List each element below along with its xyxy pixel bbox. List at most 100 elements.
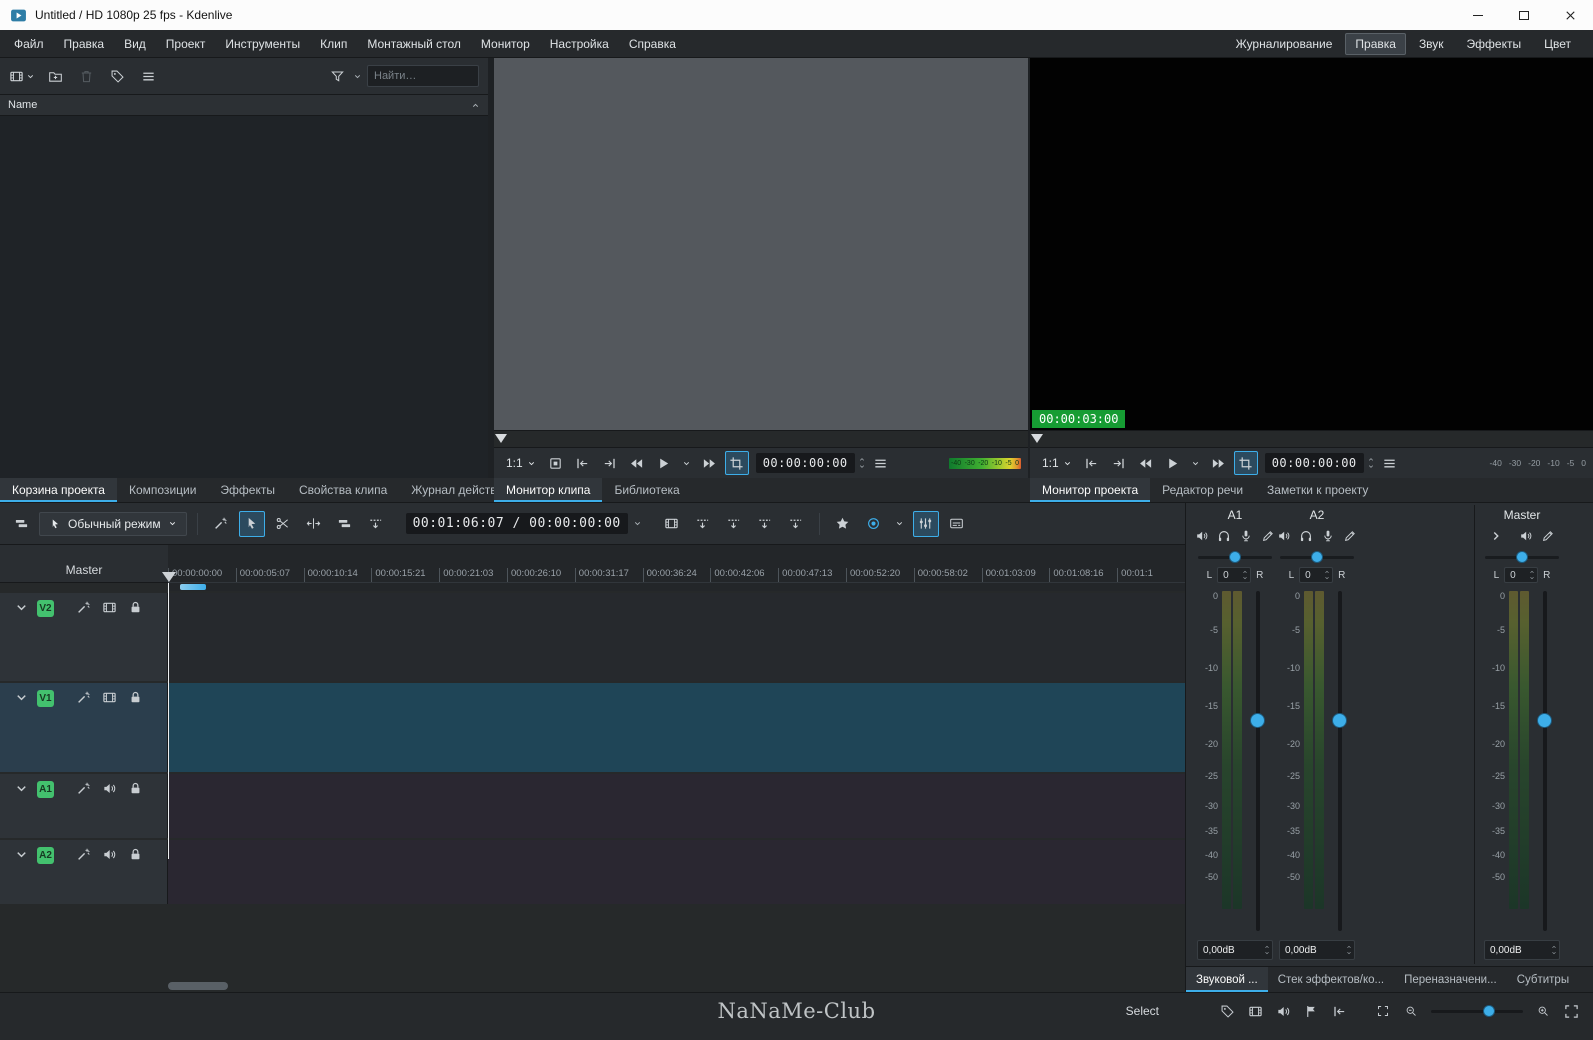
collapse-track-icon[interactable] xyxy=(14,600,29,615)
fader-handle[interactable] xyxy=(1537,713,1552,728)
project-monitor-seekbar[interactable] xyxy=(1030,430,1593,448)
volume-fader[interactable] xyxy=(1245,589,1271,935)
track-target-v1[interactable]: V1 xyxy=(37,690,54,707)
pan-handle[interactable] xyxy=(1516,551,1528,563)
gain-spinbox[interactable]: 0,00dB xyxy=(1484,940,1560,960)
filter-dropdown-icon[interactable] xyxy=(353,72,362,81)
menu-item[interactable]: Инструменты xyxy=(215,32,310,56)
track-effects-icon[interactable] xyxy=(76,690,91,705)
project-zoom-select[interactable]: 1:1 xyxy=(1037,454,1077,472)
tab[interactable]: Свойства клипа xyxy=(287,478,399,502)
use-zone-toggle[interactable] xyxy=(1329,1001,1349,1021)
pan-spinbox[interactable]: 0 xyxy=(1217,567,1251,583)
edit-mode-select[interactable]: Обычный режим xyxy=(39,512,187,536)
track-target-v2[interactable]: V2 xyxy=(37,600,54,617)
maximize-button[interactable] xyxy=(1501,0,1547,30)
timeline-zone[interactable] xyxy=(180,584,206,590)
playhead-marker[interactable] xyxy=(162,572,176,582)
pan-spin-arrows[interactable] xyxy=(1241,569,1250,581)
pan-slider[interactable] xyxy=(1198,550,1272,564)
workspace-button[interactable]: Цвет xyxy=(1534,33,1581,55)
zoom-handle[interactable] xyxy=(1483,1005,1495,1017)
collapse-track-icon[interactable] xyxy=(14,690,29,705)
zone-out-button[interactable] xyxy=(1107,451,1131,475)
project-timecode[interactable]: 00:00:00:00 xyxy=(1265,453,1364,473)
tab[interactable]: Субтитры xyxy=(1507,967,1579,992)
gain-spinbox[interactable]: 0,00dB xyxy=(1279,940,1355,960)
play-options-button[interactable] xyxy=(1188,451,1204,475)
menu-item[interactable]: Клип xyxy=(310,32,357,56)
minimize-button[interactable] xyxy=(1455,0,1501,30)
zone-toggle-button[interactable] xyxy=(544,451,568,475)
timeline-empty-area[interactable] xyxy=(0,904,1185,992)
close-button[interactable] xyxy=(1547,0,1593,30)
play-button[interactable] xyxy=(1161,451,1185,475)
bin-menu-button[interactable] xyxy=(137,65,159,87)
lock-track-icon[interactable] xyxy=(128,600,143,615)
track-area-v2[interactable] xyxy=(168,593,1185,681)
mute-button[interactable] xyxy=(1195,529,1209,543)
project-timecode-spinner[interactable] xyxy=(1367,456,1375,470)
clip-timecode-spinner[interactable] xyxy=(858,456,866,470)
menu-item[interactable]: Настройка xyxy=(540,32,619,56)
lift-zone-button[interactable] xyxy=(783,511,809,537)
pan-slider[interactable] xyxy=(1485,550,1559,564)
mixed-streams-button[interactable] xyxy=(659,511,685,537)
pan-spin-arrows[interactable] xyxy=(1323,569,1332,581)
pan-spinbox[interactable]: 0 xyxy=(1504,567,1538,583)
timeline-ruler[interactable]: 00:00:00:0000:00:05:0700:00:10:1400:00:1… xyxy=(168,545,1185,583)
hide-video-icon[interactable] xyxy=(102,690,117,705)
pan-handle[interactable] xyxy=(1311,551,1323,563)
subtitles-button[interactable] xyxy=(944,511,970,537)
timeline-position[interactable]: 00:01:06:07 / 00:00:00:00 xyxy=(406,513,628,534)
menu-item[interactable]: Монитор xyxy=(471,32,540,56)
solo-button[interactable] xyxy=(1299,529,1313,543)
workspace-button[interactable]: Журналирование xyxy=(1226,33,1343,55)
timeline-horizontal-scrollbar[interactable] xyxy=(168,982,228,990)
overwrite-zone-button[interactable] xyxy=(721,511,747,537)
fader-handle[interactable] xyxy=(1332,713,1347,728)
fit-timeline-button[interactable] xyxy=(1373,1001,1393,1021)
menu-item[interactable]: Файл xyxy=(4,32,54,56)
rewind-button[interactable] xyxy=(1134,451,1158,475)
zoom-fit-button[interactable] xyxy=(1561,1001,1581,1021)
gain-spin-arrows[interactable] xyxy=(1550,944,1559,956)
tab[interactable]: Эффекты xyxy=(208,478,287,502)
tags-button[interactable] xyxy=(106,65,128,87)
track-target-a2[interactable]: A2 xyxy=(37,847,54,864)
lock-track-icon[interactable] xyxy=(128,847,143,862)
gain-spinbox[interactable]: 0,00dB xyxy=(1197,940,1273,960)
volume-fader[interactable] xyxy=(1532,589,1558,935)
hide-video-icon[interactable] xyxy=(102,600,117,615)
show-effects-button[interactable] xyxy=(1261,529,1275,543)
play-options-button[interactable] xyxy=(679,451,695,475)
collapse-track-icon[interactable] xyxy=(14,781,29,796)
timeline-master-button[interactable]: Master xyxy=(0,545,168,583)
play-button[interactable] xyxy=(652,451,676,475)
menu-item[interactable]: Правка xyxy=(54,32,115,56)
audio-mixer-toggle-button[interactable] xyxy=(913,511,939,537)
tags-toggle-button[interactable] xyxy=(1217,1001,1237,1021)
track-effects-icon[interactable] xyxy=(76,847,91,862)
menu-item[interactable]: Проект xyxy=(156,32,216,56)
show-effects-button[interactable] xyxy=(1343,529,1357,543)
track-effects-icon[interactable] xyxy=(76,781,91,796)
project-monitor-menu-button[interactable] xyxy=(1378,451,1402,475)
track-area-a2[interactable] xyxy=(168,840,1185,904)
search-input[interactable] xyxy=(367,65,479,87)
tab[interactable]: Композиции xyxy=(117,478,208,502)
mute-track-icon[interactable] xyxy=(102,781,117,796)
tab[interactable]: Библиотека xyxy=(602,478,691,502)
loop-zone-button[interactable] xyxy=(1234,451,1258,475)
collapse-master-button[interactable] xyxy=(1489,529,1503,543)
clip-zoom-select[interactable]: 1:1 xyxy=(501,454,541,472)
favorite-effects-button[interactable] xyxy=(830,511,856,537)
zone-out-button[interactable] xyxy=(598,451,622,475)
menu-item[interactable]: Монтажный стол xyxy=(357,32,471,56)
audio-thumbnails-toggle[interactable] xyxy=(1273,1001,1293,1021)
gain-spin-arrows[interactable] xyxy=(1263,944,1272,956)
lock-track-icon[interactable] xyxy=(128,690,143,705)
tab[interactable]: Заметки к проекту xyxy=(1255,478,1380,502)
extract-zone-button[interactable] xyxy=(752,511,778,537)
tab[interactable]: Монитор клипа xyxy=(494,478,602,502)
